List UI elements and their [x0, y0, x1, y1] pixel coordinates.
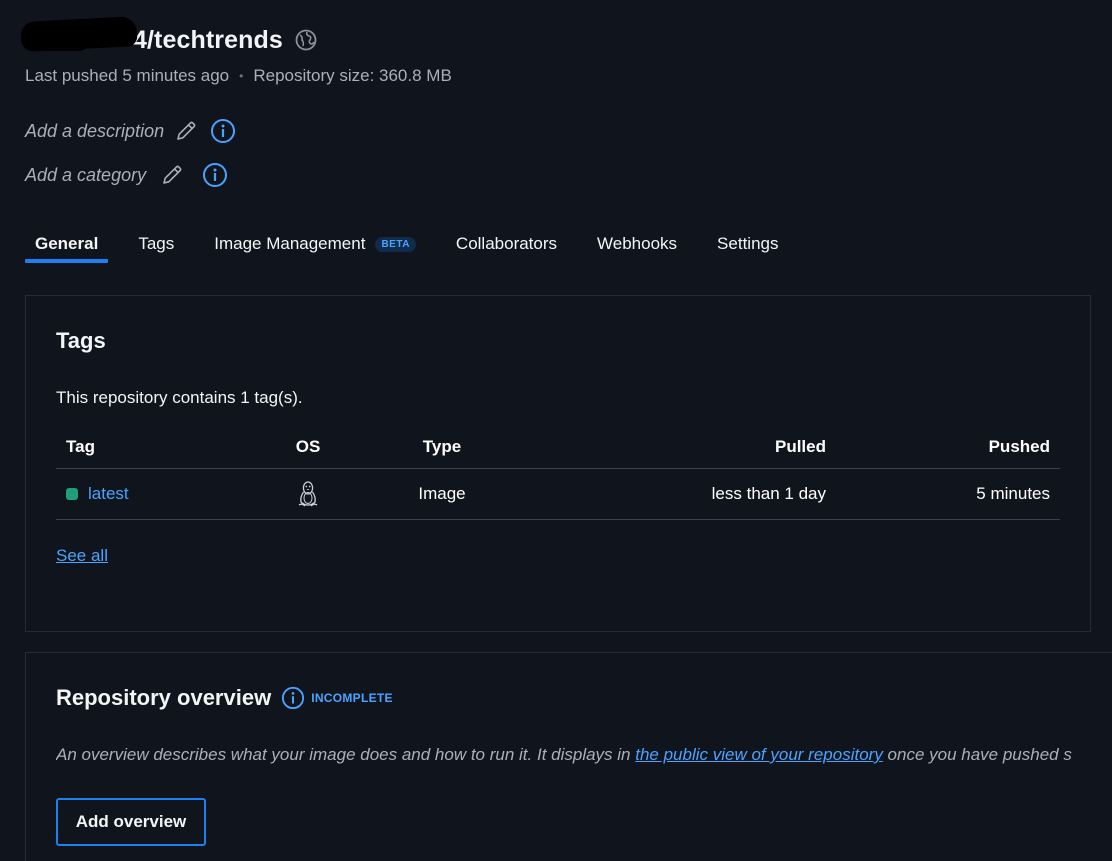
category-row: Add a category [25, 162, 228, 188]
column-header-pulled: Pulled [774, 437, 826, 456]
overview-title: Repository overview [56, 685, 272, 710]
repo-title: 4/techtrends [133, 25, 283, 54]
tab-webhooks[interactable]: Webhooks [587, 228, 687, 266]
repo-meta: Last pushed 5 minutes ago • Repository s… [25, 66, 452, 86]
incomplete-status-badge: INCOMPLETE [311, 691, 393, 705]
description-row: Add a description [25, 118, 236, 144]
add-overview-button[interactable]: Add overview [56, 798, 206, 846]
linux-icon [296, 469, 320, 519]
add-description-text[interactable]: Add a description [25, 121, 164, 142]
category-info-icon[interactable] [202, 162, 228, 188]
repo-tabs: General Tags Image Management BETA Colla… [25, 228, 808, 266]
column-header-os: OS [295, 437, 321, 456]
overview-desc-text-after: once you have pushed s [882, 745, 1072, 764]
overview-title-row: Repository overview INCOMPLETE [56, 685, 393, 711]
edit-category-pencil-icon[interactable] [160, 163, 184, 187]
see-all-link[interactable]: See all [56, 546, 108, 566]
description-info-icon[interactable] [210, 118, 236, 144]
tab-image-management-label: Image Management [214, 234, 366, 253]
repository-page: 4/techtrends Last pushed 5 minutes ago •… [0, 0, 1112, 861]
tab-collaborators[interactable]: Collaborators [446, 228, 567, 266]
tags-table-header: Tag OS Type Pulled Pushed [56, 426, 1060, 469]
column-header-tag: Tag [66, 437, 95, 456]
redacted-username [25, 27, 133, 53]
tab-general[interactable]: General [25, 228, 109, 266]
tag-pushed-cell: 5 minutes [976, 484, 1050, 503]
public-globe-icon [295, 29, 317, 51]
tag-link-latest[interactable]: latest [88, 484, 129, 504]
overview-desc-text-before: An overview describes what your image do… [56, 745, 636, 764]
tab-general-label: General [35, 234, 99, 253]
tag-status-indicator [66, 488, 78, 500]
repo-title-row: 4/techtrends [25, 24, 317, 56]
overview-description: An overview describes what your image do… [56, 745, 1112, 765]
tag-pulled-cell: less than 1 day [711, 484, 826, 503]
column-header-type: Type [422, 437, 462, 456]
repo-size-text: Repository size: 360.8 MB [253, 66, 452, 85]
tags-summary: This repository contains 1 tag(s). [56, 388, 303, 407]
tags-card-title: Tags [56, 328, 106, 353]
overview-info-icon[interactable] [281, 686, 305, 710]
tab-collaborators-label: Collaborators [455, 234, 558, 253]
last-pushed-text: Last pushed 5 minutes ago [25, 66, 230, 85]
column-header-pushed: Pushed [988, 437, 1050, 456]
tags-card: Tags This repository contains 1 tag(s). … [25, 295, 1091, 632]
add-category-text[interactable]: Add a category [25, 165, 146, 186]
tags-table: Tag OS Type Pulled Pushed latest Image l… [56, 426, 1060, 520]
tag-type-cell: Image [418, 484, 466, 503]
tab-webhooks-label: Webhooks [597, 234, 678, 253]
tab-settings[interactable]: Settings [707, 228, 788, 266]
edit-description-pencil-icon[interactable] [174, 119, 198, 143]
meta-separator: • [239, 69, 244, 83]
tab-image-management[interactable]: Image Management BETA [204, 228, 426, 266]
public-view-link[interactable]: the public view of your repository [635, 745, 883, 764]
tab-settings-label: Settings [717, 234, 779, 253]
tab-tags-label: Tags [138, 234, 175, 253]
table-row: latest Image less than 1 day 5 minutes [56, 469, 1060, 520]
beta-badge: BETA [375, 237, 416, 252]
overview-card: Repository overview INCOMPLETE An overvi… [25, 652, 1112, 861]
tag-cell: latest [66, 469, 129, 519]
tab-tags[interactable]: Tags [128, 228, 184, 266]
